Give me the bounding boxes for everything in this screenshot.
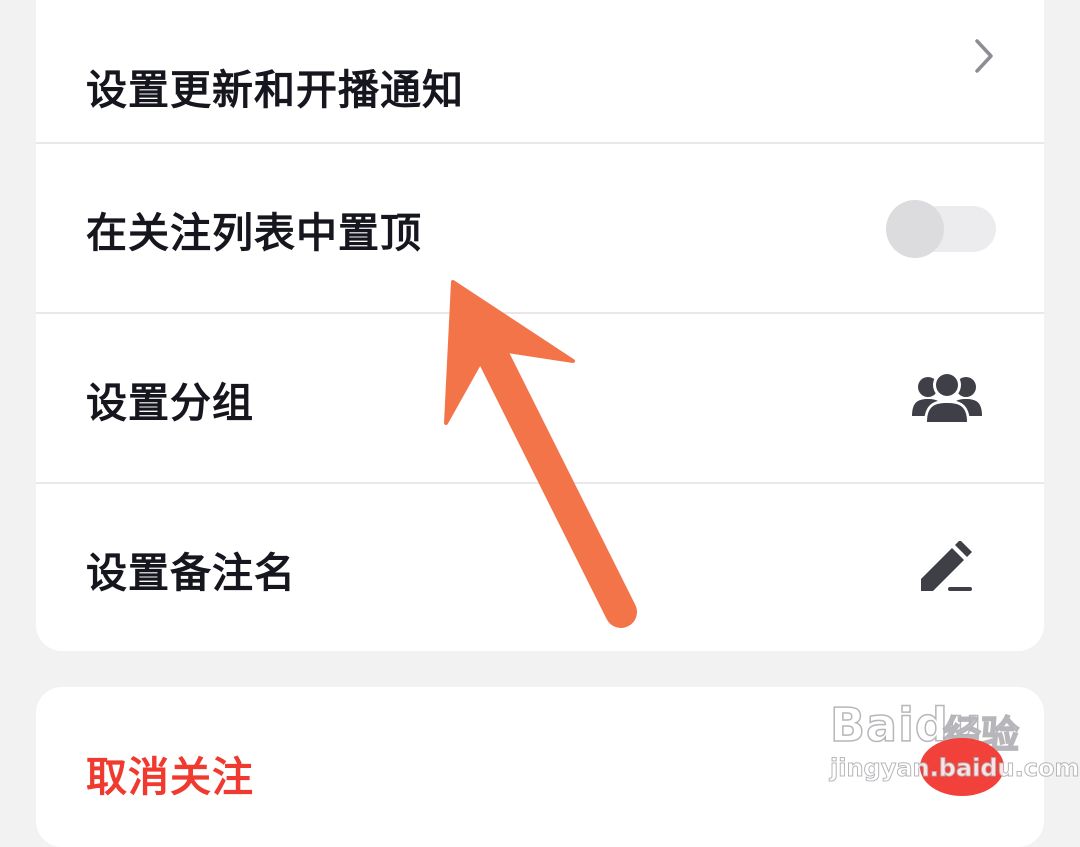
set-remark-row[interactable]: 设置备注名 <box>36 484 1044 651</box>
pencil-edit-icon <box>918 540 976 597</box>
chevron-right-icon <box>972 38 996 78</box>
pin-top-toggle[interactable] <box>886 200 996 258</box>
update-notify-label: 设置更新和开播通知 <box>86 66 464 114</box>
settings-card: 设置更新和开播通知 在关注列表中置顶 设置分组 设置备注名 <box>36 0 1044 651</box>
set-group-row[interactable]: 设置分组 <box>36 314 1044 484</box>
pin-top-label: 在关注列表中置顶 <box>86 209 422 257</box>
set-remark-label: 设置备注名 <box>86 549 296 597</box>
update-notify-row[interactable]: 设置更新和开播通知 <box>36 0 1044 144</box>
unfollow-button[interactable]: 取消关注 <box>86 743 254 803</box>
pin-top-row[interactable]: 在关注列表中置顶 <box>36 144 1044 314</box>
toggle-knob <box>886 200 944 258</box>
user-group-icon <box>912 370 982 428</box>
set-group-label: 设置分组 <box>86 379 254 427</box>
unfollow-card: 取消关注 <box>36 687 1044 847</box>
